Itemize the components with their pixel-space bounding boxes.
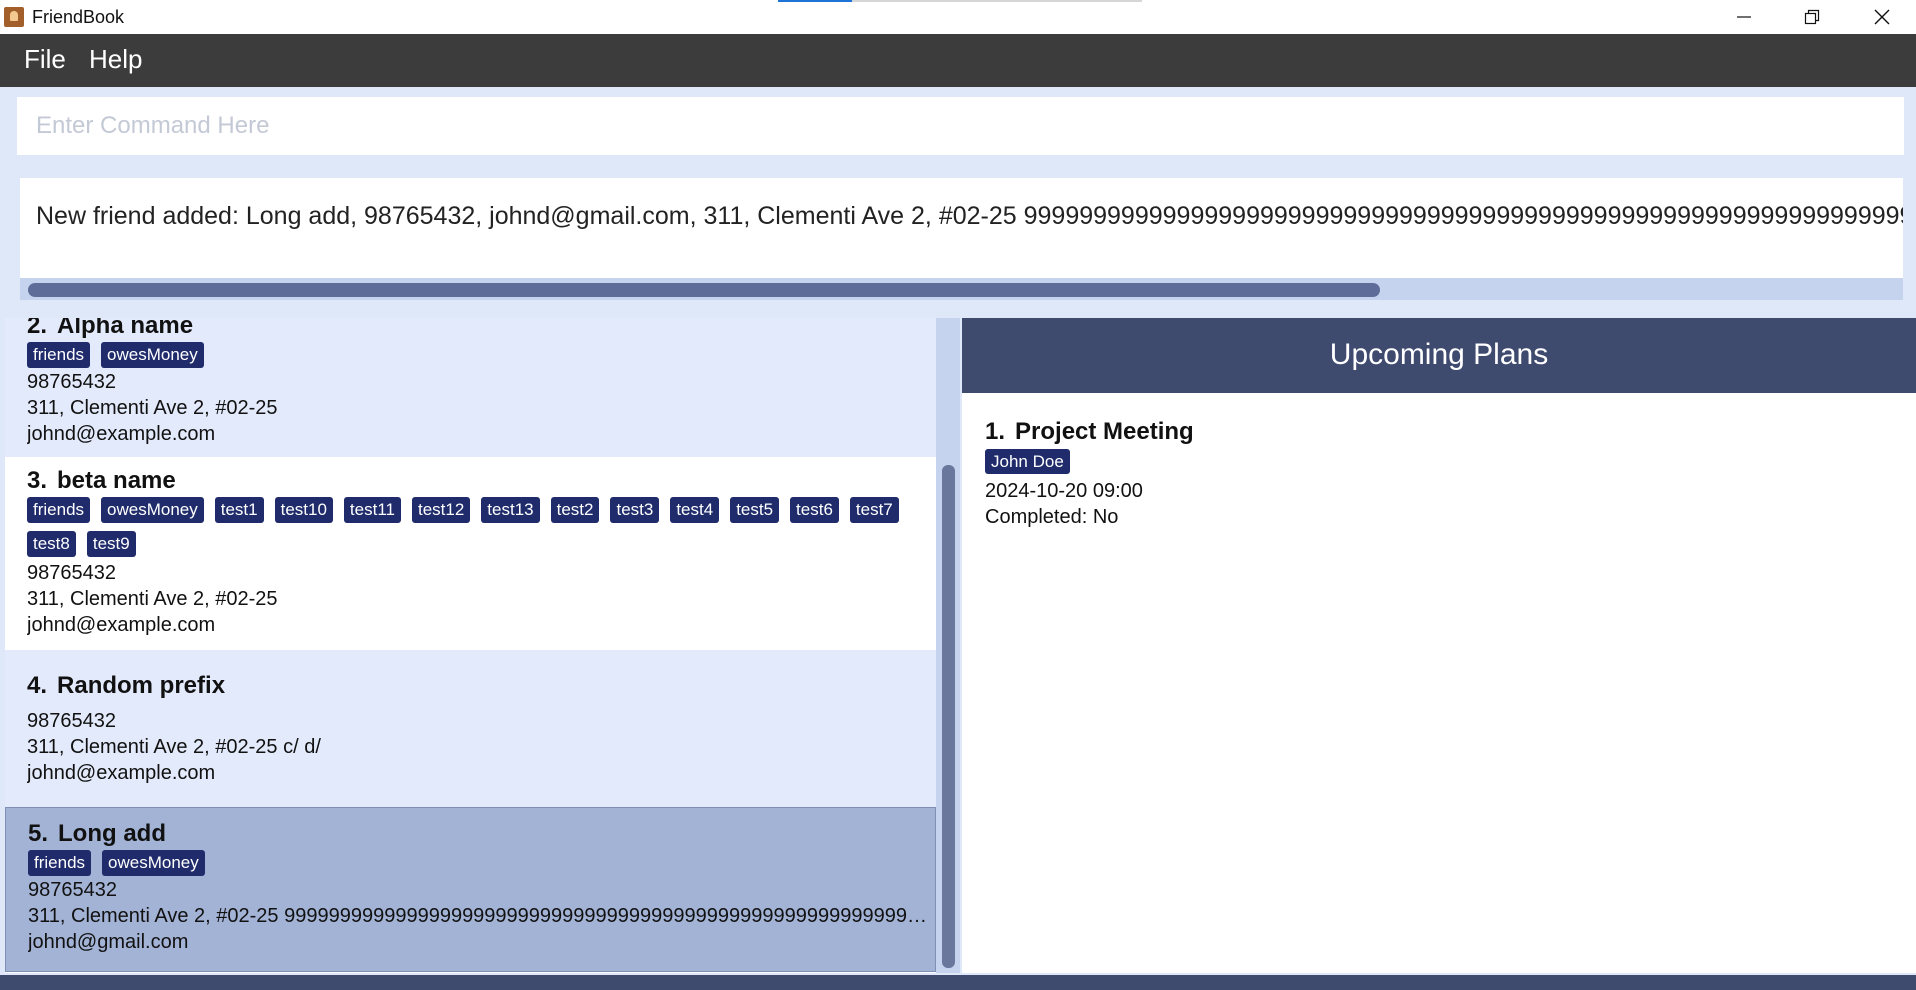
plans-header: Upcoming Plans	[962, 318, 1916, 393]
tag: owesMoney	[101, 342, 204, 368]
person-address: 311, Clementi Ave 2, #02-25 999999999999…	[28, 905, 928, 927]
person-name-text: Long add	[58, 820, 166, 847]
tag: test5	[730, 497, 780, 523]
person-email: johnd@example.com	[27, 762, 216, 784]
plans-header-title: Upcoming Plans	[1329, 338, 1549, 371]
tag: test1	[214, 497, 264, 523]
tag: test6	[790, 497, 839, 523]
person-address: 311, Clementi Ave 2, #02-25 c/ d/	[27, 736, 321, 758]
person-index: 2.	[27, 318, 48, 339]
person-phone: 98765432	[28, 879, 117, 901]
plan-participant-tag: John Doe	[985, 449, 1070, 474]
tag-list: friends owesMoney	[27, 342, 927, 368]
tag: test9	[86, 531, 136, 557]
command-input[interactable]	[17, 97, 1904, 155]
tag: test7	[849, 497, 899, 523]
status-bar	[0, 975, 1916, 990]
app-icon	[4, 7, 24, 27]
person-name: 4. Random prefix	[27, 672, 225, 700]
person-list[interactable]: 2. Alpha name friends owesMoney 98765432 …	[5, 318, 936, 973]
tag: test2	[550, 497, 600, 523]
title-accent	[778, 0, 852, 2]
person-card-selected[interactable]: 5. Long add friends owesMoney 98765432 31…	[5, 807, 936, 972]
person-address: 311, Clementi Ave 2, #02-25	[27, 588, 278, 610]
person-list-scrollbar-thumb[interactable]	[942, 465, 955, 968]
tag-list: friends owesMoney	[28, 850, 928, 876]
plan-completed: Completed: No	[985, 506, 1119, 528]
tag: test10	[274, 497, 333, 523]
person-name-text: beta name	[57, 467, 176, 494]
person-phone: 98765432	[27, 371, 116, 393]
tag: test3	[610, 497, 660, 523]
tag-list: friends owesMoney test1 test10 test11 te…	[27, 497, 927, 557]
plan-name-text: Project Meeting	[1015, 418, 1194, 445]
restore-button[interactable]	[1778, 0, 1846, 34]
person-name-text: Alpha name	[57, 318, 194, 339]
restore-icon	[1804, 9, 1820, 25]
person-name: 3. beta name	[27, 467, 176, 495]
person-email: johnd@gmail.com	[28, 931, 189, 953]
minimize-icon	[1737, 16, 1751, 18]
plan-name: 1. Project Meeting	[985, 418, 1194, 446]
result-display: New friend added: Long add, 98765432, jo…	[20, 178, 1903, 284]
person-card[interactable]: 4. Random prefix 98765432 311, Clementi A…	[5, 650, 936, 807]
tag: test8	[27, 531, 76, 557]
command-box-container	[0, 87, 1916, 164]
close-button[interactable]	[1848, 0, 1916, 34]
tag: owesMoney	[101, 497, 204, 523]
person-index: 5.	[28, 820, 49, 847]
result-message: New friend added: Long add, 98765432, jo…	[36, 202, 1903, 230]
minimize-button[interactable]	[1710, 0, 1778, 34]
tag: test13	[481, 497, 540, 523]
tag: friends	[27, 497, 91, 523]
plan-tag-list: John Doe	[985, 449, 1070, 474]
title-bar: FriendBook	[0, 0, 1916, 34]
person-phone: 98765432	[27, 562, 116, 584]
menu-file[interactable]: File	[24, 44, 66, 75]
close-icon	[1874, 9, 1890, 25]
window-title: FriendBook	[32, 7, 125, 27]
person-name: 2. Alpha name	[27, 318, 193, 340]
tag: friends	[27, 342, 91, 368]
tag: test4	[670, 497, 720, 523]
person-email: johnd@example.com	[27, 423, 216, 445]
plans-panel: Upcoming Plans 1. Project Meeting John Do…	[962, 318, 1916, 973]
tag: test11	[343, 497, 401, 523]
person-address: 311, Clementi Ave 2, #02-25	[27, 397, 278, 419]
person-card[interactable]: 3. beta name friends owesMoney test1 test…	[5, 457, 936, 650]
person-email: johnd@example.com	[27, 614, 216, 636]
person-name: 5. Long add	[28, 820, 166, 848]
plan-datetime: 2024-10-20 09:00	[985, 480, 1143, 502]
plan-index: 1.	[985, 418, 1006, 445]
person-index: 4.	[27, 672, 48, 699]
person-card[interactable]: 2. Alpha name friends owesMoney 98765432 …	[5, 318, 936, 457]
tag: owesMoney	[102, 850, 205, 876]
title-accent-gray	[852, 0, 1142, 2]
tag: friends	[28, 850, 92, 876]
menu-bar: File Help	[0, 34, 1916, 87]
result-scrollbar-thumb[interactable]	[28, 283, 1380, 297]
person-name-text: Random prefix	[57, 672, 226, 699]
menu-help[interactable]: Help	[89, 44, 142, 75]
person-index: 3.	[27, 467, 48, 494]
tag: test12	[411, 497, 471, 523]
person-phone: 98765432	[27, 710, 116, 732]
